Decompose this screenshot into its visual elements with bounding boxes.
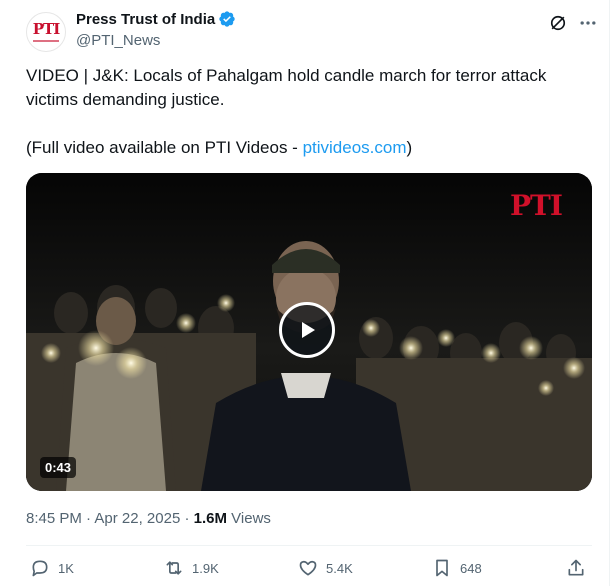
play-button[interactable] <box>279 302 335 358</box>
reply-count: 1K <box>58 560 74 576</box>
post-text-line2-prefix: (Full video available on PTI Videos - <box>26 138 303 157</box>
divider <box>26 545 592 546</box>
bookmark-count: 648 <box>460 560 482 576</box>
views-label: Views <box>227 510 271 527</box>
author-name[interactable]: Press Trust of India <box>76 11 215 28</box>
meta-separator: · <box>180 510 194 527</box>
author-avatar[interactable]: PTI <box>26 12 66 52</box>
post-text-line1: VIDEO | J&K: Locals of Pahalgam hold can… <box>26 66 547 109</box>
views-count: 1.6M <box>193 510 227 527</box>
share-icon <box>568 559 584 576</box>
like-button[interactable]: 5.4K <box>298 558 353 578</box>
more-options-icon[interactable] <box>578 13 598 33</box>
action-bar: 1K 1.9K 5.4K 648 <box>26 556 596 586</box>
repost-button[interactable]: 1.9K <box>164 558 219 578</box>
post-time[interactable]: 8:45 PM <box>26 510 82 527</box>
bookmark-button[interactable]: 648 <box>432 558 482 578</box>
share-button[interactable] <box>566 558 594 578</box>
reply-icon <box>32 560 48 577</box>
video-duration: 0:43 <box>40 457 77 478</box>
bookmark-icon <box>436 559 448 577</box>
repost-count: 1.9K <box>192 560 219 576</box>
reply-button[interactable]: 1K <box>30 558 74 578</box>
avatar-logo-text: PTI <box>32 20 60 38</box>
avatar-logo-underline <box>33 40 59 42</box>
author-handle[interactable]: @PTI_News <box>76 32 160 49</box>
heart-icon <box>299 560 317 576</box>
verified-badge-icon <box>219 11 235 27</box>
grok-icon[interactable] <box>548 13 568 33</box>
post-text: VIDEO | J&K: Locals of Pahalgam hold can… <box>26 64 586 160</box>
post-text-line2-suffix: ) <box>406 138 413 157</box>
ptivideos-link[interactable]: ptivideos.com <box>303 138 407 157</box>
post-date[interactable]: Apr 22, 2025 <box>94 510 180 527</box>
author-name-row: Press Trust of India <box>76 10 236 28</box>
like-count: 5.4K <box>326 560 353 576</box>
video-player[interactable]: PTI 0:43 <box>26 173 592 491</box>
meta-separator: · <box>81 510 95 527</box>
post-card: PTI Press Trust of India @PTI_News VIDEO… <box>0 0 610 586</box>
post-text-line2: (Full video available on PTI Videos - pt… <box>26 136 586 160</box>
post-meta: 8:45 PM · Apr 22, 2025 · 1.6M Views <box>26 510 271 527</box>
play-icon <box>302 322 315 338</box>
pti-watermark: PTI <box>510 189 563 222</box>
repost-icon <box>166 561 182 575</box>
